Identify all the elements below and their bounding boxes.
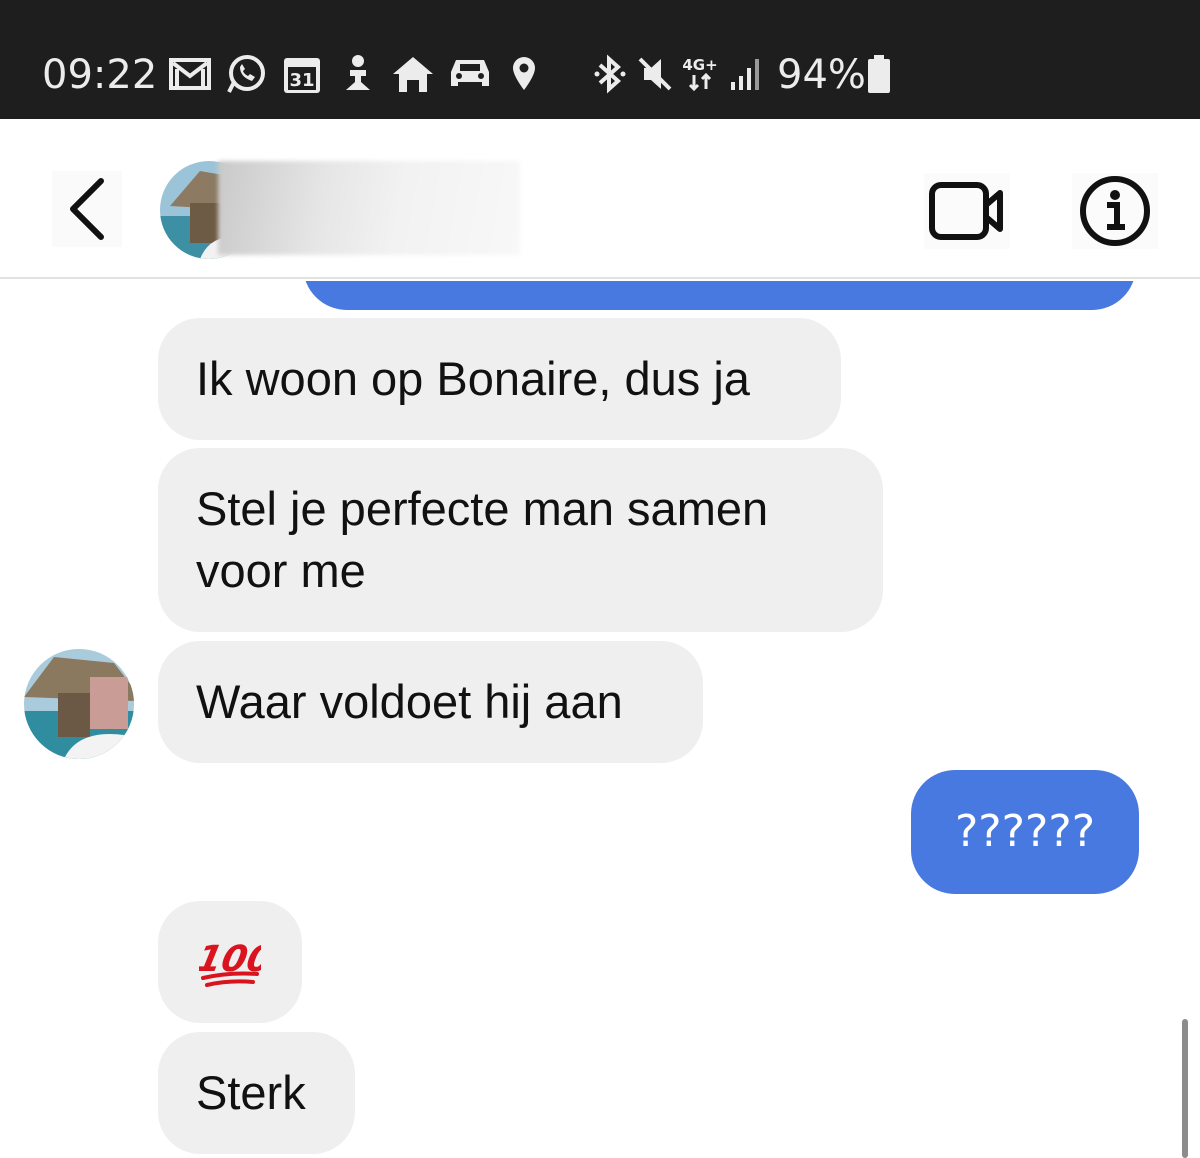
contact-name[interactable] (218, 161, 520, 255)
outgoing-message-partial[interactable] (303, 281, 1136, 310)
home-icon (390, 52, 436, 96)
whatsapp-icon (224, 52, 268, 96)
sender-avatar[interactable] (24, 649, 134, 759)
outgoing-message[interactable]: ?????? (911, 770, 1139, 894)
scrollbar[interactable] (1182, 1019, 1188, 1158)
message-list[interactable]: Ik woon op Bonaire, dus ja Stel je perfe… (0, 281, 1200, 1158)
back-button[interactable] (52, 171, 122, 247)
message-text: ?????? (954, 806, 1096, 857)
car-icon (448, 52, 492, 96)
location-icon (508, 52, 540, 96)
info-icon (1080, 176, 1150, 246)
message-text: Waar voldoet hij aan (196, 675, 623, 728)
status-time: 09:22 (42, 52, 158, 98)
incoming-message[interactable]: Stel je perfecte man samen voor me (158, 448, 883, 632)
network-type: 4G+ (680, 52, 720, 96)
bluetooth-icon (592, 52, 628, 96)
mute-icon (634, 52, 676, 96)
incoming-message[interactable]: Ik woon op Bonaire, dus ja (158, 318, 841, 440)
battery-percent: 94% (777, 52, 866, 98)
hundred-points-emoji-icon: 100 (199, 937, 261, 987)
video-call-button[interactable] (924, 173, 1010, 249)
info-button[interactable] (1072, 173, 1158, 249)
calendar-icon: 31 (282, 52, 322, 96)
message-text: Stel je perfecte man samen voor me (196, 482, 769, 597)
network-label: 4G+ (682, 56, 718, 74)
chevron-left-icon (70, 178, 104, 240)
video-call-icon (929, 182, 1003, 240)
person-icon (338, 52, 378, 96)
incoming-message[interactable]: 100 (158, 901, 302, 1023)
status-bar: 09:22 31 4G+ 94% (0, 0, 1200, 119)
incoming-message[interactable]: Sterk (158, 1032, 355, 1154)
incoming-message[interactable]: Waar voldoet hij aan (158, 641, 703, 763)
conversation-header (0, 119, 1200, 279)
message-text: Ik woon op Bonaire, dus ja (196, 352, 750, 405)
calendar-day: 31 (289, 70, 314, 91)
battery-icon (866, 52, 892, 96)
message-text: Sterk (196, 1066, 306, 1119)
signal-icon (728, 52, 764, 96)
gmail-icon (168, 52, 212, 96)
